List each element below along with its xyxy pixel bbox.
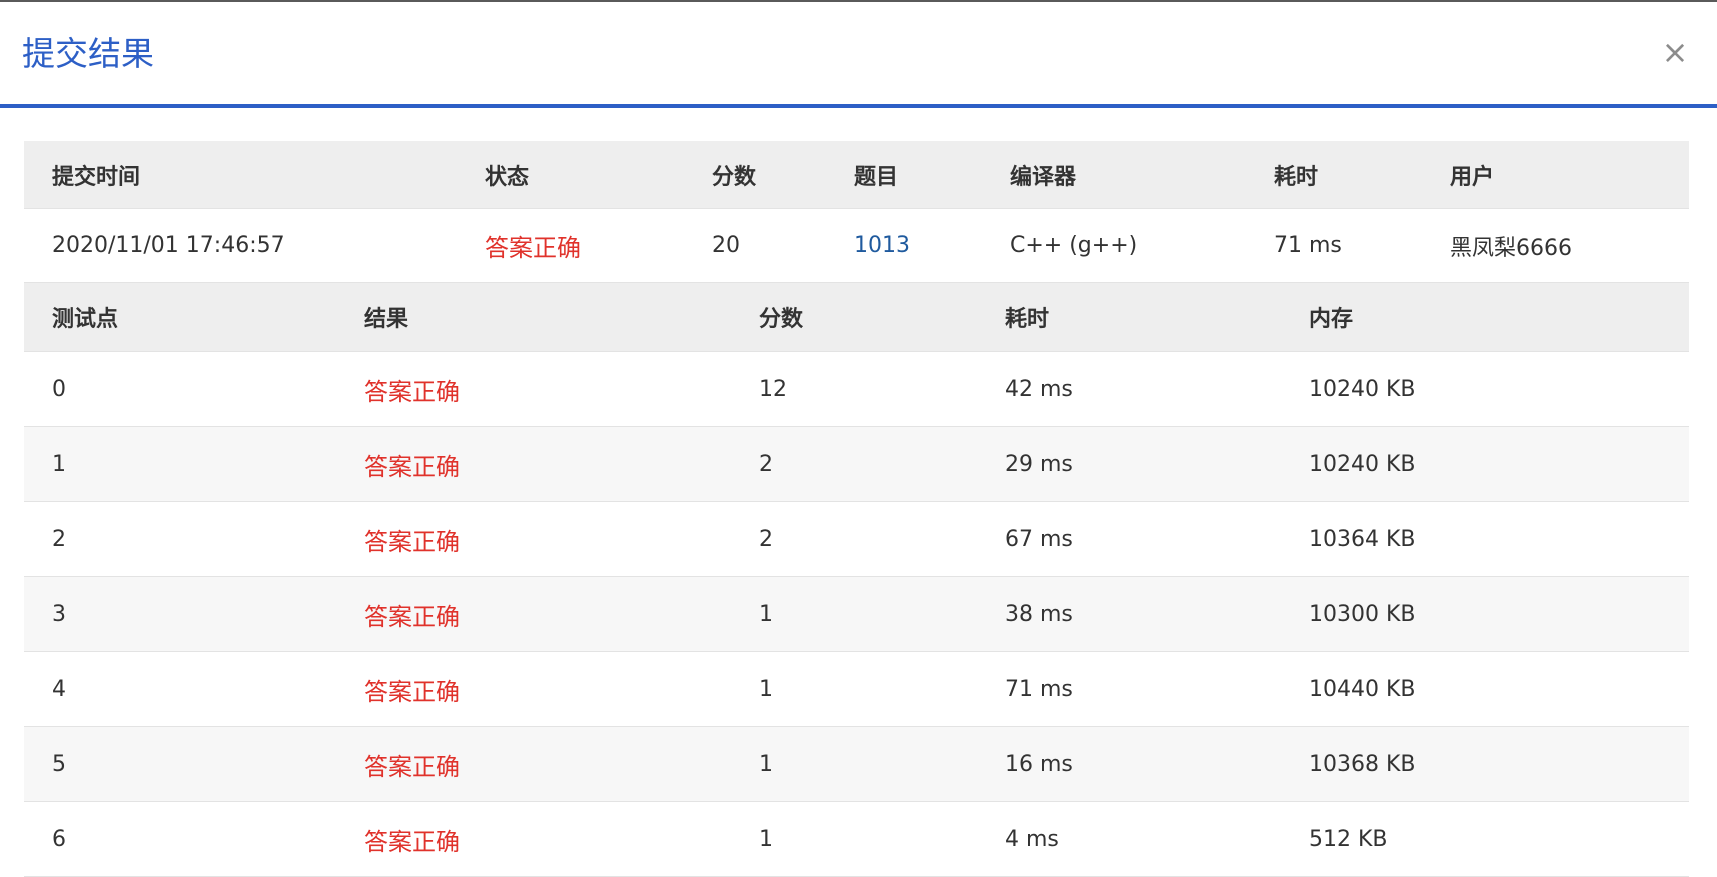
compiler-value: C++ (g++)	[1010, 233, 1138, 258]
case-score: 1	[759, 676, 773, 702]
close-icon[interactable]: ×	[1657, 34, 1693, 70]
header-submit-time: 提交时间	[52, 164, 141, 190]
test-point-id: 2	[52, 526, 66, 552]
test-point-id: 6	[52, 826, 66, 852]
submit-time: 2020/11/01 17:46:57	[52, 233, 285, 258]
test-point-id: 1	[52, 451, 66, 477]
case-score: 1	[759, 601, 773, 627]
status-badge: 答案正确	[485, 234, 581, 262]
cases-header-row: 测试点 结果 分数 耗时 内存	[24, 283, 1689, 352]
summary-header-row: 提交时间 状态 分数 题目 编译器 耗时 用户	[24, 141, 1689, 209]
case-memory: 10240 KB	[1309, 376, 1416, 402]
case-time: 67 ms	[1005, 526, 1073, 552]
table-row: 2 答案正确 2 67 ms 10364 KB	[24, 502, 1689, 577]
case-memory: 10364 KB	[1309, 526, 1416, 552]
table-row: 1 答案正确 2 29 ms 10240 KB	[24, 427, 1689, 502]
header-elapsed: 耗时	[1274, 164, 1319, 190]
result-badge: 答案正确	[364, 602, 460, 631]
case-memory: 512 KB	[1309, 826, 1388, 852]
result-badge: 答案正确	[364, 527, 460, 556]
table-row: 4 答案正确 1 71 ms 10440 KB	[24, 652, 1689, 727]
case-score: 12	[759, 376, 787, 402]
table-row: 3 答案正确 1 38 ms 10300 KB	[24, 577, 1689, 652]
score-value: 20	[712, 233, 740, 258]
case-score: 2	[759, 451, 773, 477]
submission-result-dialog: 提交结果 × 提交时间 状态 分数 题目 编译器 耗时 用户 2020/11/0…	[0, 0, 1717, 877]
result-badge: 答案正确	[364, 827, 460, 856]
case-score: 2	[759, 526, 773, 552]
summary-row: 2020/11/01 17:46:57 答案正确 20 1013 C++ (g+…	[24, 209, 1689, 283]
header-case-score: 分数	[759, 307, 804, 332]
header-user: 用户	[1450, 164, 1495, 190]
header-status: 状态	[485, 164, 530, 190]
user-name: 黑凤梨6666	[1450, 235, 1572, 261]
table-row: 5 答案正确 1 16 ms 10368 KB	[24, 727, 1689, 802]
test-cases-table: 测试点 结果 分数 耗时 内存 0 答案正确 12 42 ms 10240 KB…	[24, 283, 1689, 877]
header-memory: 内存	[1309, 307, 1354, 332]
test-point-id: 0	[52, 376, 66, 402]
case-time: 38 ms	[1005, 601, 1073, 627]
submission-summary-table: 提交时间 状态 分数 题目 编译器 耗时 用户 2020/11/01 17:46…	[24, 141, 1689, 283]
test-point-id: 5	[52, 751, 66, 777]
result-badge: 答案正确	[364, 677, 460, 706]
test-point-id: 4	[52, 676, 66, 702]
case-score: 1	[759, 751, 773, 777]
case-score: 1	[759, 826, 773, 852]
table-row: 0 答案正确 12 42 ms 10240 KB	[24, 352, 1689, 427]
case-time: 16 ms	[1005, 751, 1073, 777]
case-memory: 10240 KB	[1309, 451, 1416, 477]
case-time: 4 ms	[1005, 826, 1059, 852]
dialog-header: 提交结果 ×	[0, 2, 1717, 108]
case-time: 42 ms	[1005, 376, 1073, 402]
elapsed-value: 71 ms	[1274, 233, 1342, 258]
result-badge: 答案正确	[364, 752, 460, 781]
case-memory: 10440 KB	[1309, 676, 1416, 702]
test-point-id: 3	[52, 601, 66, 627]
result-badge: 答案正确	[364, 377, 460, 406]
table-row: 6 答案正确 1 4 ms 512 KB	[24, 802, 1689, 877]
result-badge: 答案正确	[364, 452, 460, 481]
header-test-point: 测试点	[52, 307, 119, 332]
header-compiler: 编译器	[1010, 164, 1077, 190]
dialog-title: 提交结果	[22, 34, 154, 73]
header-problem: 题目	[854, 164, 899, 190]
case-time: 71 ms	[1005, 676, 1073, 702]
case-memory: 10368 KB	[1309, 751, 1416, 777]
problem-link[interactable]: 1013	[854, 209, 910, 282]
case-time: 29 ms	[1005, 451, 1073, 477]
header-case-time: 耗时	[1005, 307, 1050, 332]
header-score: 分数	[712, 164, 757, 190]
header-result: 结果	[364, 307, 409, 332]
case-memory: 10300 KB	[1309, 601, 1416, 627]
